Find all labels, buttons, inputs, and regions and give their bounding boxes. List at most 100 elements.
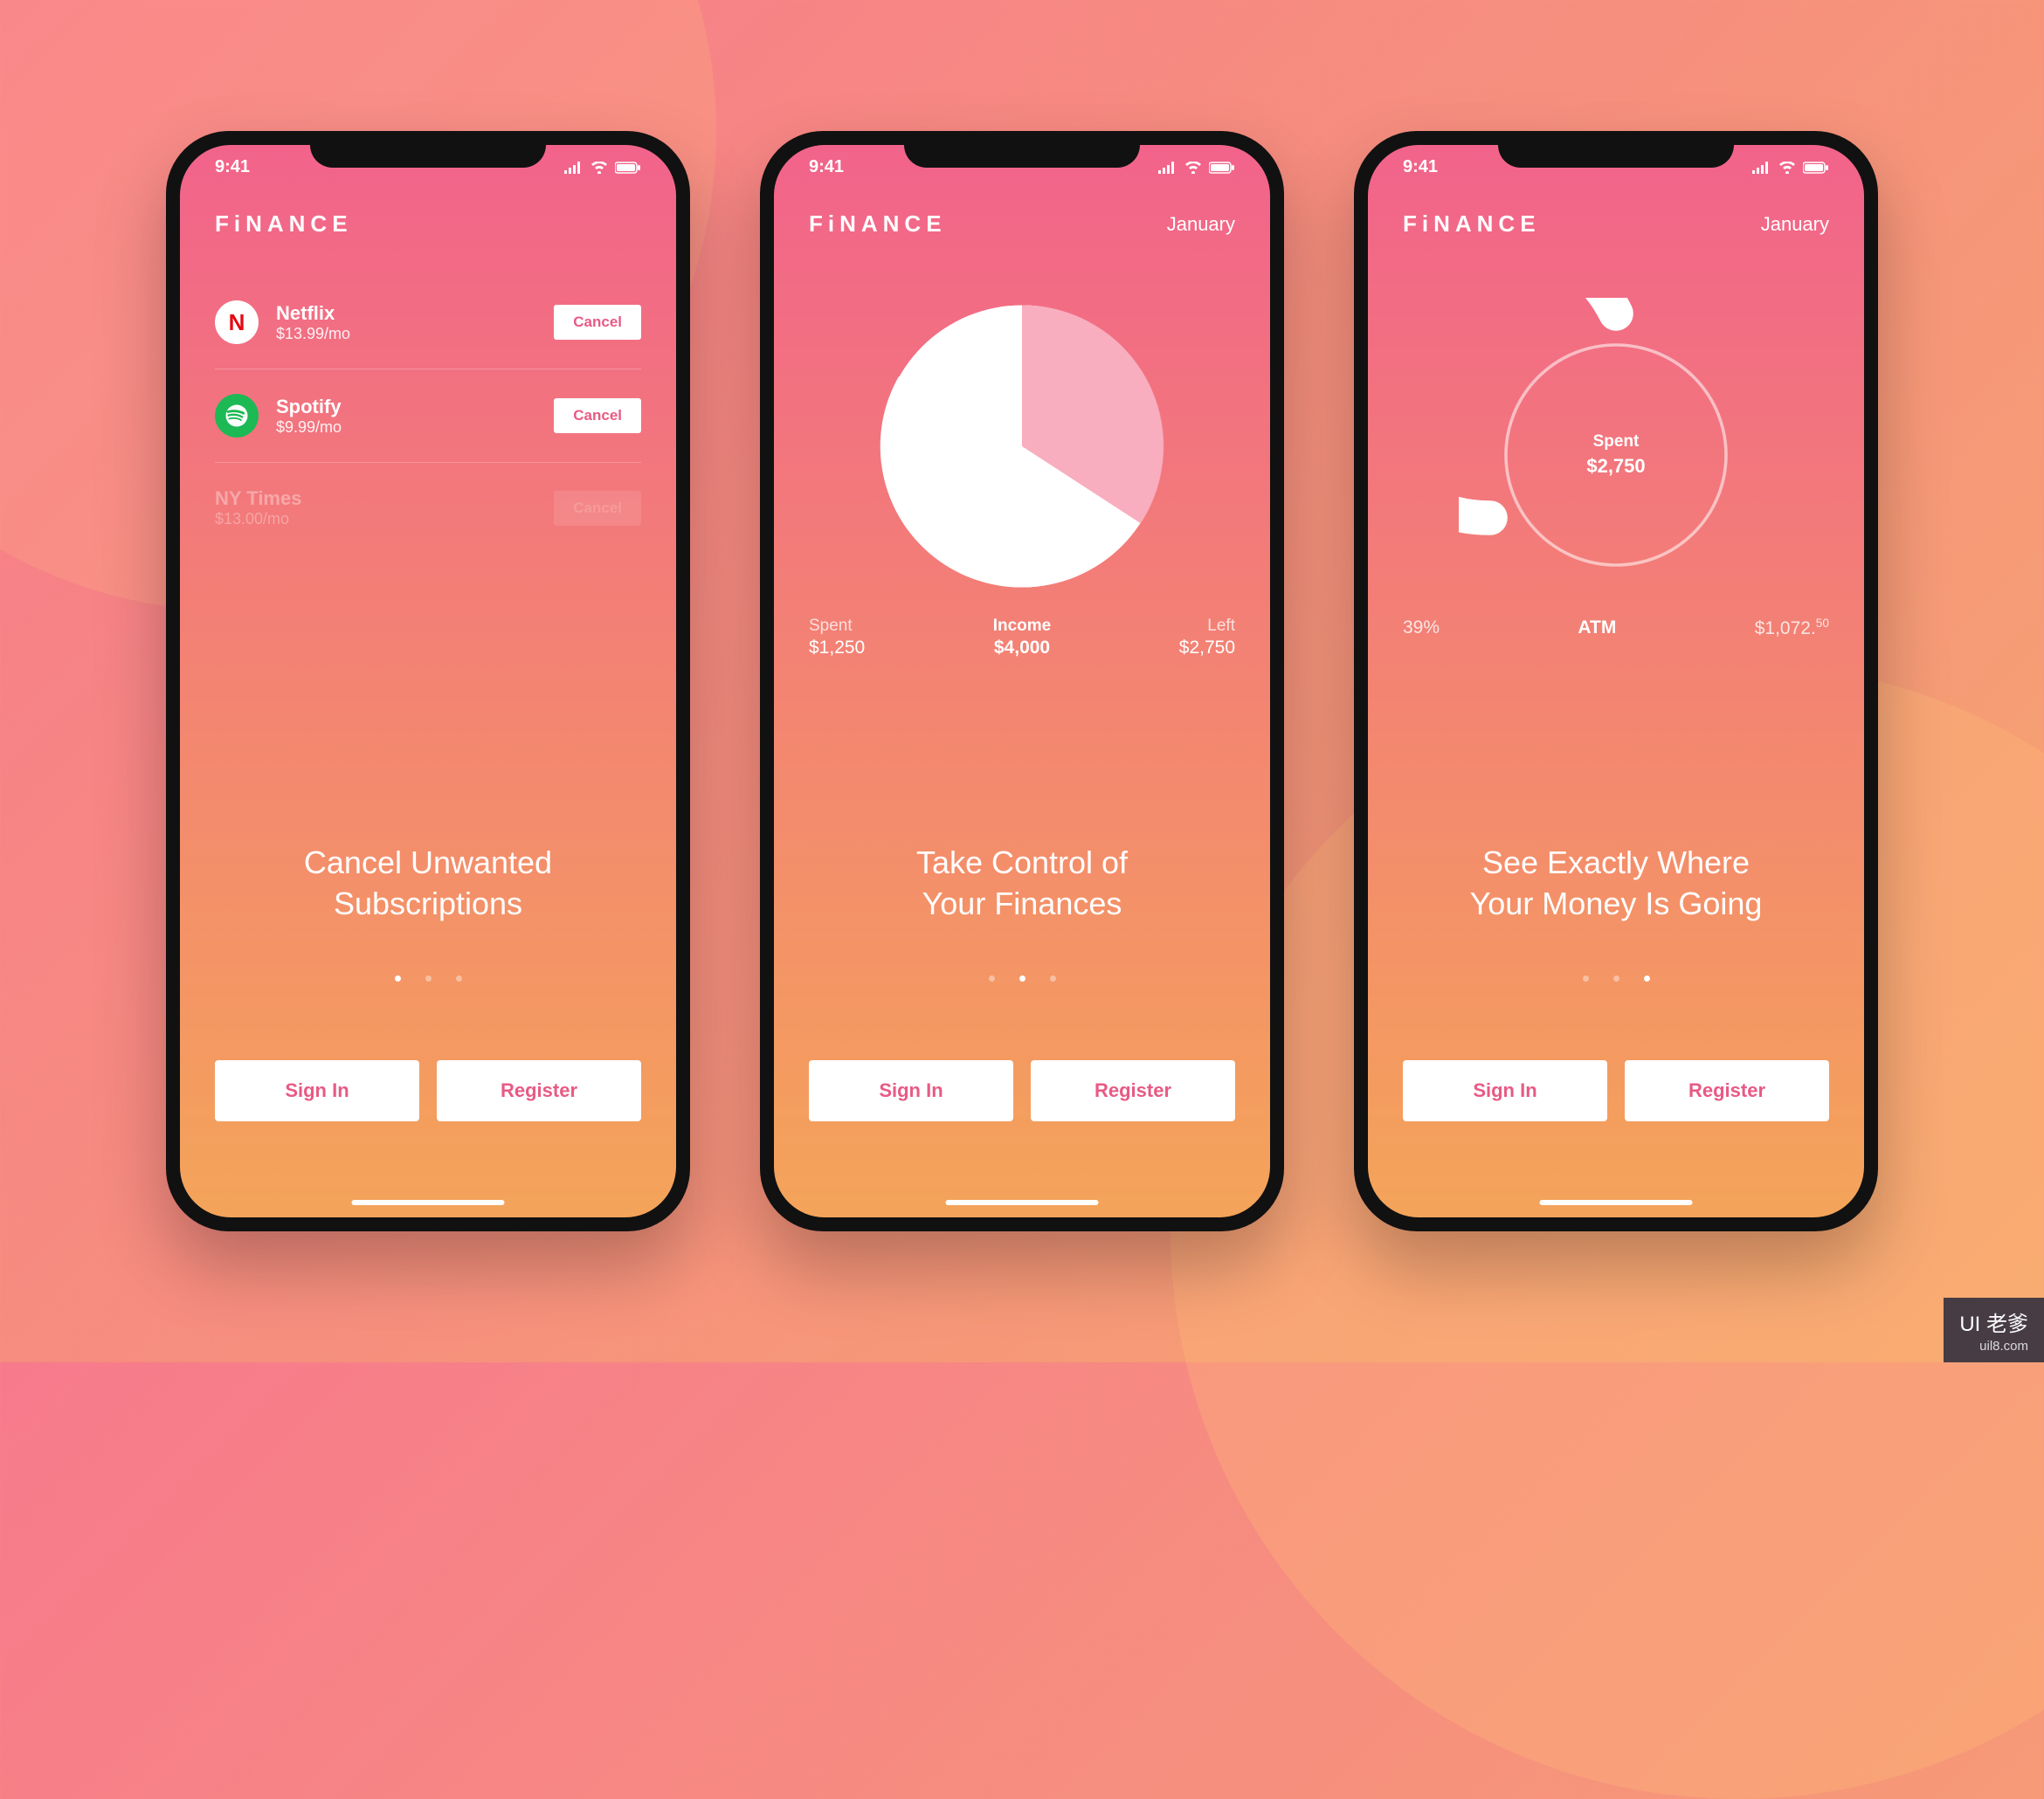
status-time: 9:41 bbox=[215, 157, 250, 177]
headline-line-2: Your Finances bbox=[922, 886, 1122, 921]
spotify-icon bbox=[215, 394, 259, 438]
notch bbox=[1498, 131, 1734, 168]
cancel-button[interactable]: Cancel bbox=[554, 398, 641, 433]
headline-line-1: See Exactly Where bbox=[1482, 844, 1750, 880]
register-button[interactable]: Register bbox=[1625, 1060, 1829, 1121]
app-header: FiNANCE January bbox=[1368, 210, 1864, 238]
screen-2: 9:41 FiNANCE January bbox=[774, 145, 1270, 1217]
register-button[interactable]: Register bbox=[1031, 1060, 1235, 1121]
status-time: 9:41 bbox=[1403, 157, 1438, 177]
detail-amount-main: $1,072. bbox=[1755, 618, 1816, 638]
dot-2[interactable] bbox=[1019, 975, 1025, 982]
watermark-bottom: uil8.com bbox=[1979, 1339, 2028, 1354]
gauge-value: $2,750 bbox=[1586, 455, 1645, 478]
home-indicator[interactable] bbox=[1540, 1200, 1693, 1205]
detail-percent: 39% bbox=[1403, 617, 1440, 638]
page-dots[interactable] bbox=[1368, 975, 1864, 982]
wifi-icon bbox=[1778, 162, 1796, 174]
phone-mockup-2: 9:41 FiNANCE January bbox=[760, 131, 1284, 1231]
netflix-icon: N bbox=[215, 300, 259, 344]
subscription-price: $9.99/mo bbox=[276, 418, 536, 437]
notch bbox=[904, 131, 1140, 168]
detail-row: 39% ATM $1,072.50 bbox=[1403, 617, 1829, 639]
screen-3: 9:41 FiNANCE January Spen bbox=[1368, 145, 1864, 1217]
sign-in-button[interactable]: Sign In bbox=[215, 1060, 419, 1121]
wifi-icon bbox=[590, 162, 608, 174]
phone-stage: 9:41 FiNANCE N Netflix $13.99/mo Cance bbox=[0, 0, 2044, 1362]
dot-3[interactable] bbox=[1644, 975, 1650, 982]
subscription-name: NY Times bbox=[215, 487, 536, 510]
stat-value: $1,250 bbox=[809, 638, 865, 658]
detail-amount-cents: 50 bbox=[1816, 617, 1829, 630]
headline-line-2: Your Money Is Going bbox=[1470, 886, 1763, 921]
dot-2[interactable] bbox=[1613, 975, 1619, 982]
stat-label: Income bbox=[993, 617, 1052, 636]
cta-row: Sign In Register bbox=[1403, 1060, 1829, 1121]
status-icons bbox=[1752, 162, 1829, 174]
gauge-label: Spent bbox=[1586, 432, 1645, 451]
brand-logo: FiNANCE bbox=[1403, 210, 1541, 238]
stat-income: Income $4,000 bbox=[993, 617, 1052, 658]
wifi-icon bbox=[1184, 162, 1202, 174]
subscription-info: NY Times $13.00/mo bbox=[215, 487, 536, 528]
month-label[interactable]: January bbox=[1167, 213, 1235, 236]
stat-left: Left $2,750 bbox=[1179, 617, 1235, 658]
gauge-center: Spent $2,750 bbox=[1586, 432, 1645, 478]
subscription-name: Netflix bbox=[276, 302, 536, 325]
battery-icon bbox=[1803, 162, 1829, 174]
subscription-row-nytimes[interactable]: NY Times $13.00/mo Cancel bbox=[215, 463, 641, 553]
stat-value: $2,750 bbox=[1179, 638, 1235, 658]
home-indicator[interactable] bbox=[946, 1200, 1099, 1205]
app-header: FiNANCE January bbox=[774, 210, 1270, 238]
watermark: UI 老爹 uil8.com bbox=[1944, 1298, 2044, 1362]
brand-logo: FiNANCE bbox=[215, 210, 353, 238]
phone-mockup-3: 9:41 FiNANCE January Spen bbox=[1354, 131, 1878, 1231]
dot-1[interactable] bbox=[1583, 975, 1589, 982]
detail-category: ATM bbox=[1578, 617, 1616, 638]
sign-in-button[interactable]: Sign In bbox=[1403, 1060, 1607, 1121]
headline-line-1: Cancel Unwanted bbox=[304, 844, 552, 880]
stat-value: $4,000 bbox=[993, 638, 1052, 658]
dot-1[interactable] bbox=[989, 975, 995, 982]
page-dots[interactable] bbox=[180, 975, 676, 982]
dot-2[interactable] bbox=[425, 975, 432, 982]
dot-3[interactable] bbox=[1050, 975, 1056, 982]
dot-1[interactable] bbox=[395, 975, 401, 982]
cancel-button[interactable]: Cancel bbox=[554, 491, 641, 526]
phone-mockup-1: 9:41 FiNANCE N Netflix $13.99/mo Cance bbox=[166, 131, 690, 1231]
battery-icon bbox=[1209, 162, 1235, 174]
stat-label: Spent bbox=[809, 617, 865, 636]
home-indicator[interactable] bbox=[352, 1200, 505, 1205]
dot-3[interactable] bbox=[456, 975, 462, 982]
cta-row: Sign In Register bbox=[809, 1060, 1235, 1121]
pie-overlay bbox=[874, 298, 1170, 595]
cancel-button[interactable]: Cancel bbox=[554, 305, 641, 340]
status-icons bbox=[564, 162, 641, 174]
subscription-row-netflix[interactable]: N Netflix $13.99/mo Cancel bbox=[215, 276, 641, 369]
headline-line-2: Subscriptions bbox=[334, 886, 522, 921]
stat-spent: Spent $1,250 bbox=[809, 617, 865, 658]
subscription-info: Netflix $13.99/mo bbox=[276, 302, 536, 343]
stats-row: Spent $1,250 Income $4,000 Left $2,750 bbox=[809, 617, 1235, 658]
register-button[interactable]: Register bbox=[437, 1060, 641, 1121]
stat-label: Left bbox=[1179, 617, 1235, 636]
subscription-info: Spotify $9.99/mo bbox=[276, 396, 536, 437]
cellular-icon bbox=[1752, 162, 1771, 174]
status-time: 9:41 bbox=[809, 157, 844, 177]
cta-row: Sign In Register bbox=[215, 1060, 641, 1121]
month-label[interactable]: January bbox=[1761, 213, 1829, 236]
gauge-chart: Spent $2,750 bbox=[1403, 298, 1829, 612]
subscription-row-spotify[interactable]: Spotify $9.99/mo Cancel bbox=[215, 369, 641, 463]
page-dots[interactable] bbox=[774, 975, 1270, 982]
cellular-icon bbox=[564, 162, 584, 174]
headline: Cancel Unwanted Subscriptions bbox=[215, 843, 641, 925]
subscription-price: $13.99/mo bbox=[276, 325, 536, 343]
sign-in-button[interactable]: Sign In bbox=[809, 1060, 1013, 1121]
watermark-top: UI 老爹 bbox=[1959, 1306, 2028, 1337]
headline-line-1: Take Control of bbox=[916, 844, 1128, 880]
headline: See Exactly Where Your Money Is Going bbox=[1403, 843, 1829, 925]
screen-1: 9:41 FiNANCE N Netflix $13.99/mo Cance bbox=[180, 145, 676, 1217]
cellular-icon bbox=[1158, 162, 1177, 174]
subscription-price: $13.00/mo bbox=[215, 510, 536, 528]
detail-amount: $1,072.50 bbox=[1755, 617, 1829, 639]
